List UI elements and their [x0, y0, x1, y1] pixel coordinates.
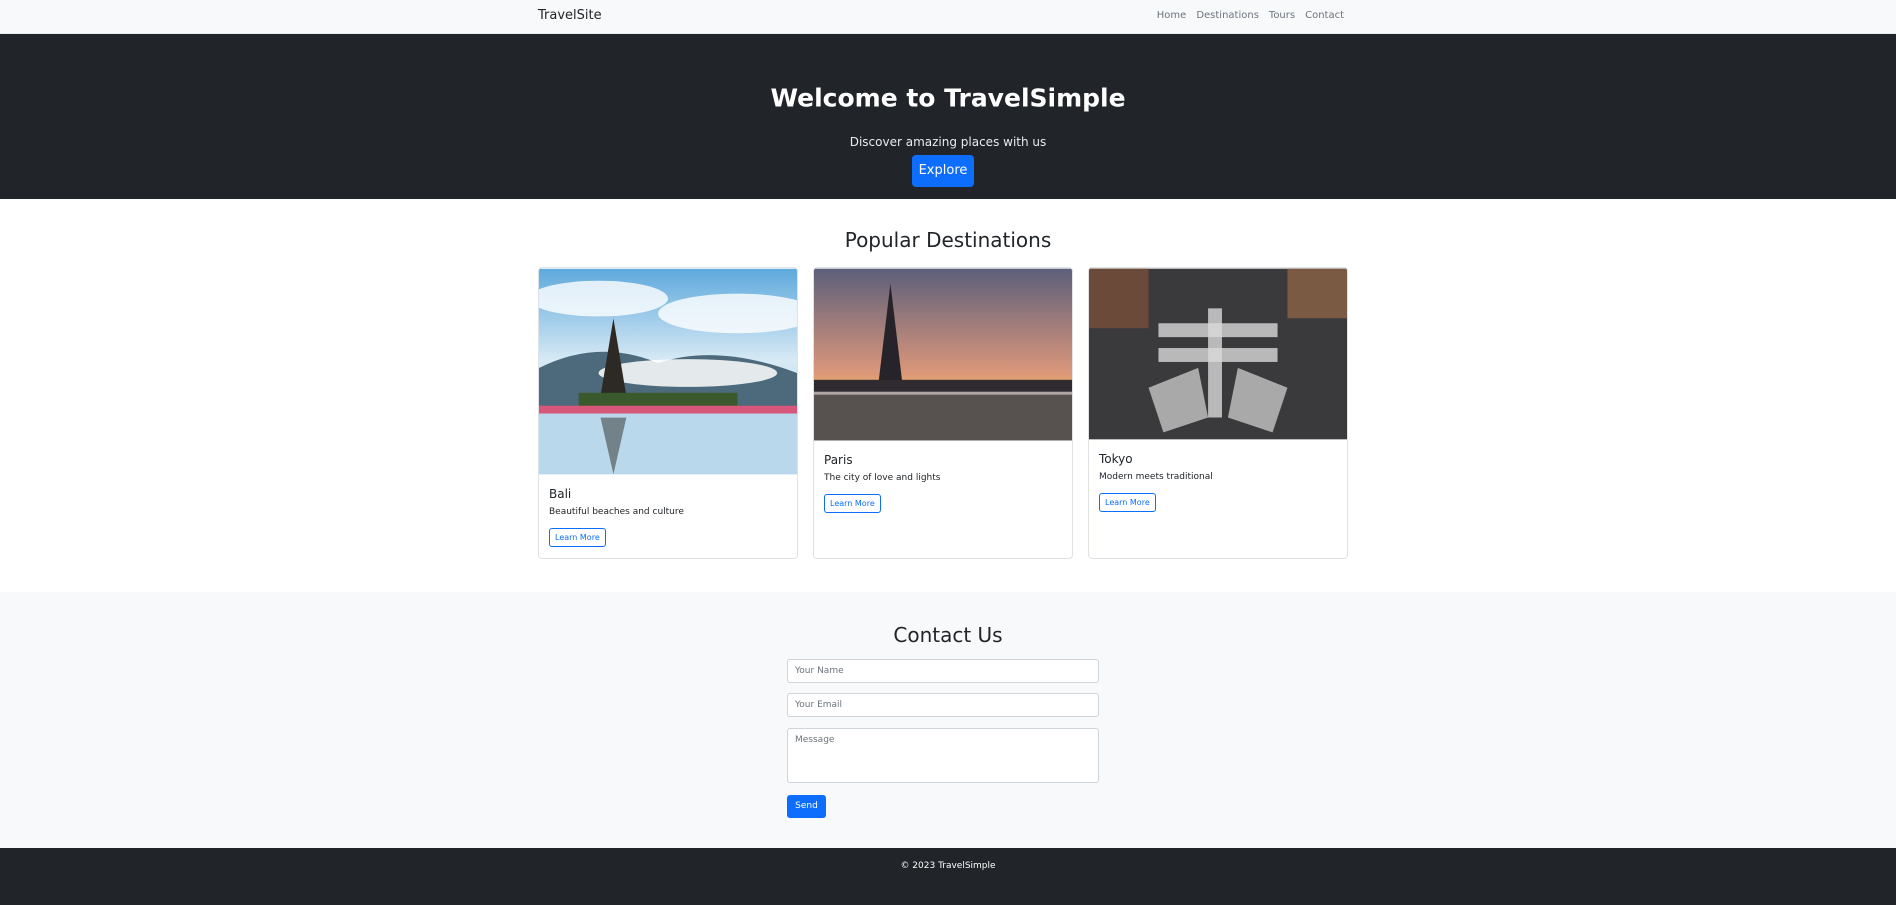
- hero-section: Welcome to TravelSimple Discover amazing…: [0, 34, 1896, 199]
- navbar: TravelSite Home Destinations Tours Conta…: [0, 0, 1896, 34]
- hero-title: Welcome to TravelSimple: [770, 83, 1126, 113]
- learn-more-button[interactable]: Learn More: [549, 528, 606, 547]
- learn-more-button[interactable]: Learn More: [1099, 493, 1156, 512]
- nav-link-tours[interactable]: Tours: [1269, 10, 1295, 21]
- brand-logo[interactable]: TravelSite: [538, 8, 602, 23]
- card-body: Paris The city of love and lights Learn …: [814, 445, 1072, 521]
- tokyo-image: [1089, 268, 1347, 440]
- email-input[interactable]: Your Email: [787, 693, 1099, 717]
- card-title: Tokyo: [1099, 452, 1133, 466]
- nav-link-contact[interactable]: Contact: [1305, 10, 1344, 21]
- nav-link-destinations[interactable]: Destinations: [1196, 10, 1259, 21]
- learn-more-button[interactable]: Learn More: [824, 494, 881, 513]
- footer: © 2023 TravelSimple: [0, 848, 1896, 905]
- nav-link-home[interactable]: Home: [1157, 10, 1187, 21]
- footer-copyright: © 2023 TravelSimple: [900, 861, 996, 871]
- destinations-section: Popular Destinations Bali Beautiful beac…: [0, 199, 1896, 592]
- explore-button[interactable]: Explore: [912, 155, 974, 187]
- card-body: Tokyo Modern meets traditional Learn Mor…: [1089, 444, 1347, 520]
- name-input[interactable]: Your Name: [787, 659, 1099, 683]
- contact-section: Contact Us Your Name Your Email Message …: [0, 592, 1896, 848]
- message-textarea[interactable]: Message: [787, 728, 1099, 783]
- card-title: Bali: [549, 487, 572, 501]
- destinations-heading: Popular Destinations: [844, 228, 1052, 252]
- send-button[interactable]: Send: [787, 795, 826, 818]
- destination-card-tokyo: Tokyo Modern meets traditional Learn Mor…: [1088, 267, 1348, 559]
- card-description: Modern meets traditional: [1099, 472, 1213, 482]
- destination-card-bali: Bali Beautiful beaches and culture Learn…: [538, 267, 798, 559]
- bali-image: [539, 268, 797, 475]
- card-title: Paris: [824, 453, 853, 467]
- nav-links: Home Destinations Tours Contact: [1157, 10, 1344, 21]
- contact-heading: Contact Us: [893, 623, 1003, 647]
- destination-card-paris: Paris The city of love and lights Learn …: [813, 267, 1073, 559]
- card-description: The city of love and lights: [824, 473, 941, 483]
- card-description: Beautiful beaches and culture: [549, 507, 684, 517]
- hero-subtitle: Discover amazing places with us: [849, 135, 1047, 149]
- paris-image: [814, 268, 1072, 441]
- card-body: Bali Beautiful beaches and culture Learn…: [539, 479, 797, 555]
